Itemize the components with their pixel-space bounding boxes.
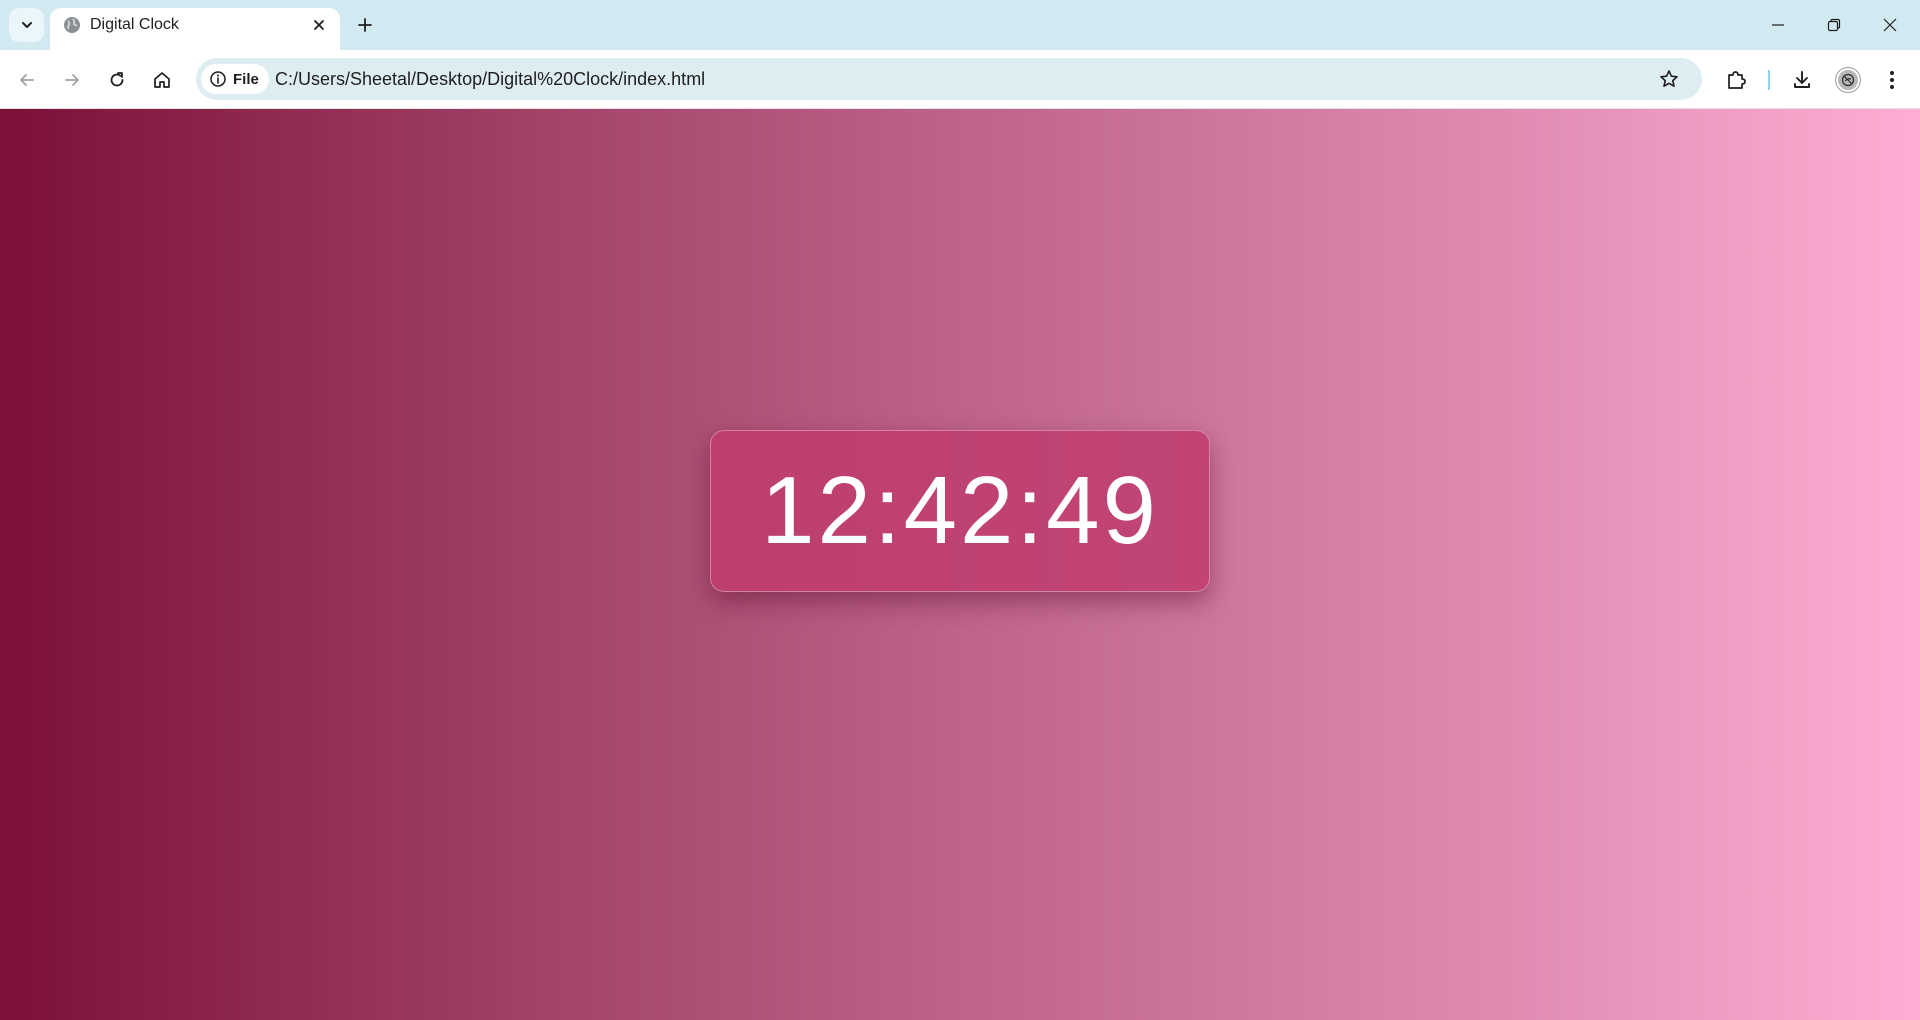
url-text[interactable]: C:/Users/Sheetal/Desktop/Digital%20Clock… (275, 69, 705, 89)
toolbar-divider (1768, 70, 1770, 90)
avatar (1836, 68, 1860, 92)
forward-arrow-icon (65, 74, 79, 86)
reload-icon (110, 72, 124, 87)
bookmark-button[interactable] (1656, 66, 1682, 92)
tab-search-button[interactable] (9, 8, 44, 42)
chevron-down-icon (21, 22, 32, 28)
profile-button[interactable] (1830, 62, 1866, 98)
tab-close-button[interactable] (308, 14, 330, 36)
page-viewport: 12:42:49 (0, 109, 1920, 1020)
puzzle-icon (1728, 71, 1746, 89)
clock-card: 12:42:49 (710, 430, 1210, 592)
globe-icon (64, 17, 80, 33)
extensions-button[interactable] (1718, 62, 1754, 98)
address-bar[interactable]: File C:/Users/Sheetal/Desktop/Digital%20… (196, 58, 1702, 100)
home-icon (154, 72, 170, 88)
site-info-chip[interactable]: File (201, 64, 269, 94)
close-icon (314, 20, 324, 30)
forward-button[interactable] (54, 62, 90, 98)
download-icon (1794, 71, 1810, 88)
new-tab-button[interactable] (350, 10, 380, 40)
reload-button[interactable] (99, 62, 135, 98)
plus-icon (358, 18, 372, 32)
tab-title: Digital Clock (90, 16, 179, 33)
close-icon (1883, 18, 1897, 32)
minimize-button[interactable] (1750, 0, 1806, 50)
minimize-icon (1772, 24, 1784, 26)
tab-strip: Digital Clock (0, 0, 1920, 50)
menu-button[interactable] (1874, 62, 1910, 98)
browser-toolbar: File C:/Users/Sheetal/Desktop/Digital%20… (0, 50, 1920, 109)
home-button[interactable] (144, 62, 180, 98)
close-window-button[interactable] (1862, 0, 1918, 50)
tab-digital-clock[interactable]: Digital Clock (50, 8, 340, 50)
restore-button[interactable] (1806, 0, 1862, 50)
profile-icon (1841, 73, 1855, 87)
back-button[interactable] (9, 62, 45, 98)
clock-time: 12:42:49 (761, 457, 1159, 564)
scheme-label: File (233, 70, 259, 88)
restore-icon (1827, 18, 1841, 32)
downloads-button[interactable] (1784, 62, 1820, 98)
back-arrow-icon (20, 74, 34, 86)
info-icon (210, 71, 226, 87)
kebab-menu-icon (1890, 71, 1894, 89)
star-icon (1660, 70, 1678, 87)
